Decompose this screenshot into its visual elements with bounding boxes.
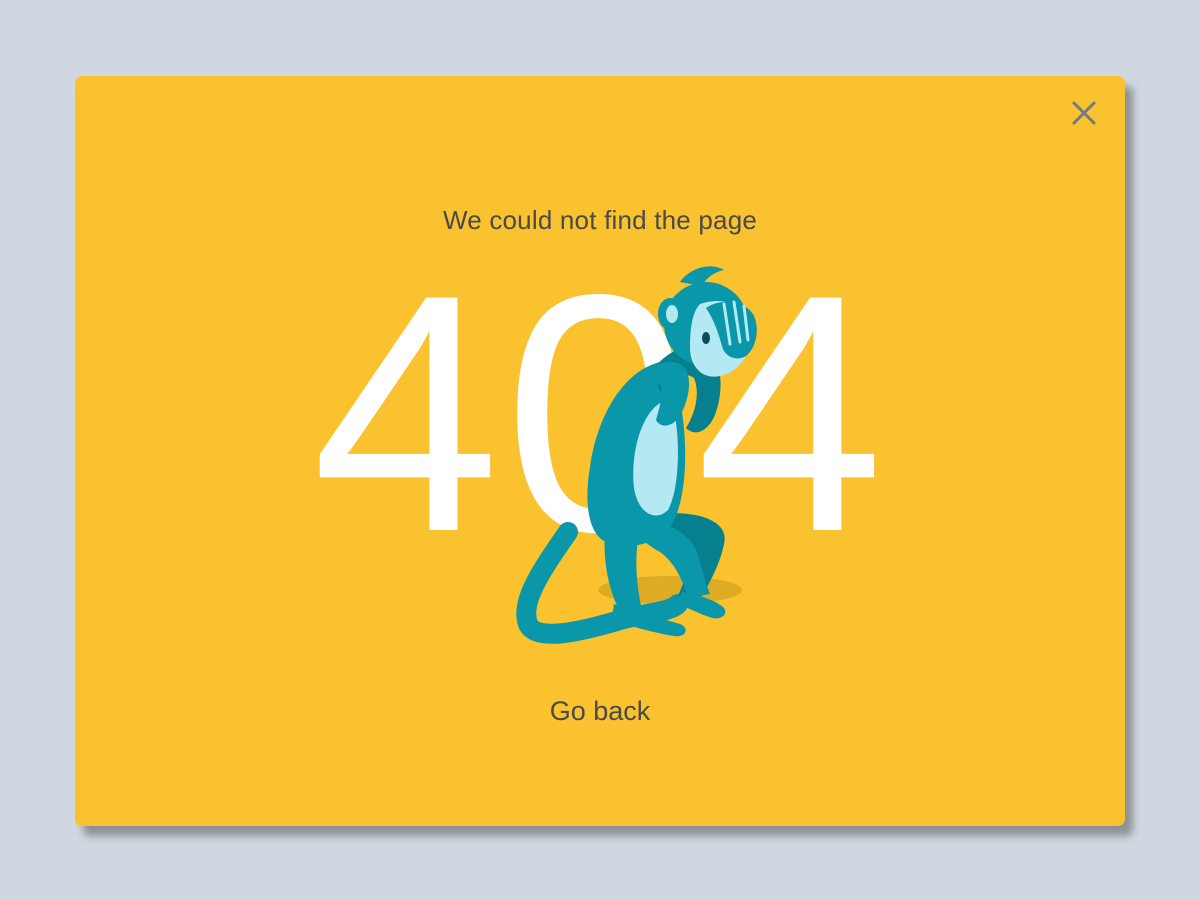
error-dialog-card: We could not find the page 404 Go back <box>75 76 1125 826</box>
close-button[interactable] <box>1071 100 1097 126</box>
go-back-link[interactable]: Go back <box>550 696 651 726</box>
see-no-evil-monkey-illustration <box>510 252 770 644</box>
close-icon[interactable] <box>1071 100 1097 126</box>
